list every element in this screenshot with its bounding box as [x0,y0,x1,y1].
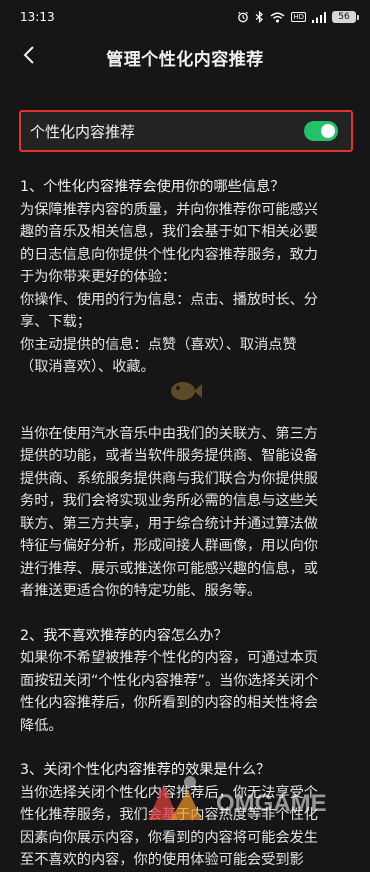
paragraph-line: 你操作、使用的行为信息：点击、播放时长、分 [20,291,318,308]
status-bar: 13:13 HD 56 [0,0,370,34]
signal-icon [312,11,326,23]
paragraph-line: 性化内容推荐后，你所看到的内容的相关性将会 [20,695,318,711]
paragraph-line: 的日志信息向你提供个性化内容推荐服务，致力 [20,246,318,263]
chevron-left-icon [23,45,35,69]
paragraph-line: 当你在使用汽水音乐中由我们的关联方、第三方 [20,425,318,442]
status-time: 13:13 [20,10,55,24]
navigation-header: 管理个性化内容推荐 [0,34,370,80]
paragraph-line: 趣的音乐及相关信息，我们会基于如下相关必要 [20,224,318,240]
section-title: 2、我不喜欢推荐的内容怎么办？ [20,627,228,644]
paragraph-line: 进行推荐、展示或推送你可能感兴趣的信息，或 [20,560,318,577]
paragraph-line: 因素向你展示内容，你看到的内容将可能会发生 [20,829,318,846]
alarm-icon [237,11,249,23]
paragraph-line: 务时，我们会将实现业务所必需的信息与这些关 [20,493,318,509]
personalized-recommendation-setting: 个性化内容推荐 [19,110,353,152]
site-watermark-text: OMGAME [216,790,327,817]
wifi-icon [270,12,285,23]
paragraph-line: 提供的功能，或者当软件服务提供商、智能设备 [20,448,318,464]
status-icons: HD 56 [237,11,359,23]
battery-icon: 56 [332,11,359,23]
explanation-content: 1、个性化内容推荐会使用你的哪些信息？ 为保障推荐内容的质量，并向你推荐你可能感… [20,176,356,872]
back-button[interactable] [14,42,44,72]
toggle-knob [321,124,335,138]
paragraph-line: 特征与偏好分析，形成间接人群画像，用以向你 [20,538,318,554]
paragraph-line: 为保障推荐内容的质量，并向你推荐你可能感兴 [20,201,318,218]
setting-label: 个性化内容推荐 [30,122,136,141]
paragraph-line: 至不喜欢的内容，你的使用体验可能会受到影 [20,852,304,868]
section-title: 1、个性化内容推荐会使用你的哪些信息？ [20,179,285,195]
page-title: 管理个性化内容推荐 [106,49,264,70]
paragraph-line: 你主动提供的信息：点赞（喜欢）、取消点赞 [20,336,297,353]
paragraph-line: 面按钮关闭“个性化内容推荐”。当你选择关闭个 [20,672,319,689]
bluetooth-icon [255,11,264,23]
paragraph-line: 降低。 [20,717,63,734]
paragraph-line: 于为你带来更好的体验： [20,269,177,285]
battery-level: 56 [338,12,350,22]
paragraph-line: 享、下载； [20,314,91,330]
paragraph-line: 如果你不希望被推荐个性化的内容，可通过本页 [20,650,318,666]
paragraph-line: 提供商、系统服务提供商与我们联合为你提供服 [20,470,318,487]
personalized-recommendation-toggle[interactable] [304,121,338,141]
paragraph-line: 者推送更适合你的特定功能、服务等。 [20,583,262,599]
hd-icon: HD [291,12,306,22]
paragraph-line: 联方、第三方共享，用于综合统计并通过算法做 [20,515,318,532]
fish-watermark-icon [171,382,202,400]
